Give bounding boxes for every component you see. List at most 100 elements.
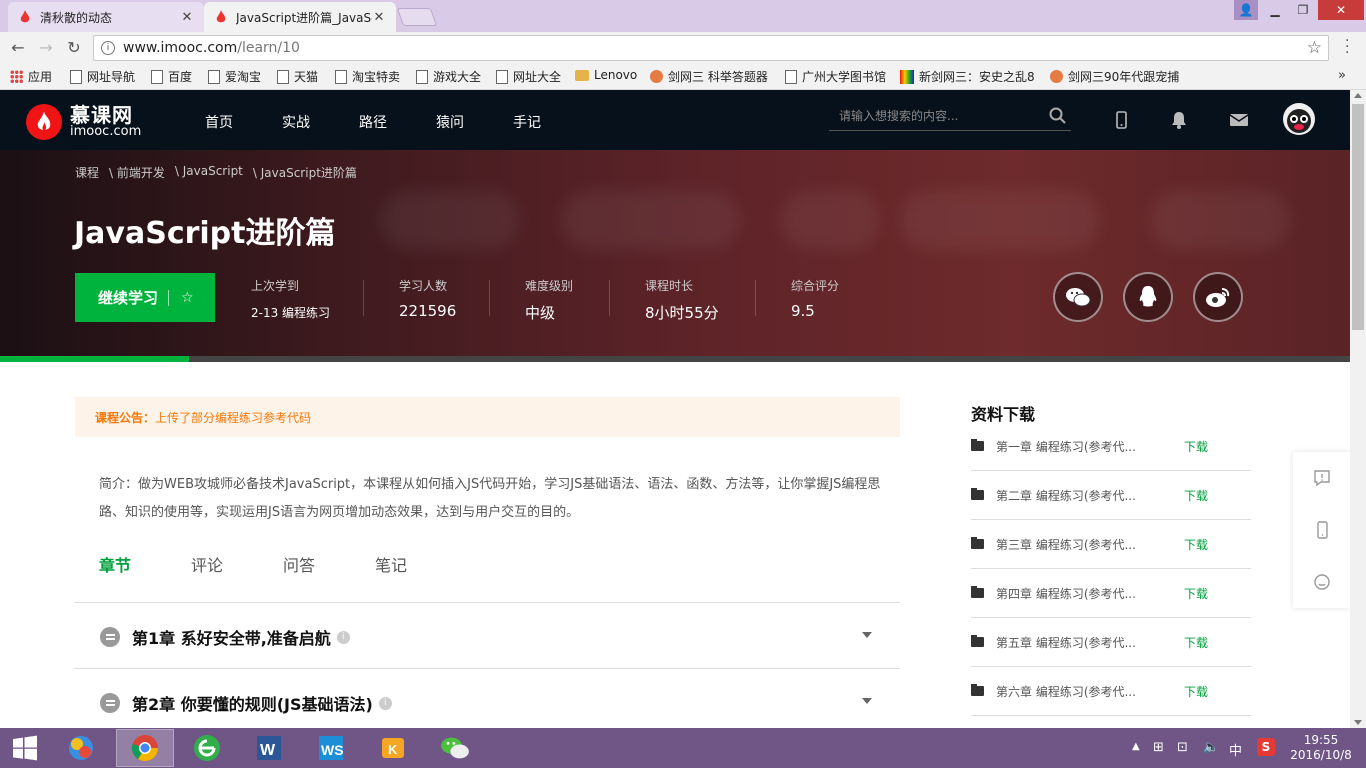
download-link[interactable]: 下载	[1184, 634, 1208, 651]
bookmark-item[interactable]: 游戏大全	[416, 68, 481, 85]
close-tab-icon[interactable]: ✕	[180, 10, 194, 25]
info-icon[interactable]: i	[101, 41, 115, 55]
bookmark-item[interactable]: 百度	[151, 68, 192, 85]
start-button[interactable]	[0, 729, 50, 767]
breadcrumb-item[interactable]: \ JavaScript	[175, 164, 243, 181]
nav-practice[interactable]: 实战	[282, 112, 310, 132]
browser-tab-inactive[interactable]: 清秋散的动态 ✕	[8, 2, 204, 32]
mobile-app-button[interactable]	[1293, 504, 1350, 556]
feedback-button[interactable]	[1293, 452, 1350, 504]
system-clock[interactable]: 19:55 2016/10/8	[1288, 733, 1354, 763]
mobile-icon	[1316, 521, 1328, 539]
tab-title: 清秋散的动态	[40, 10, 113, 25]
mail-icon[interactable]	[1228, 110, 1250, 130]
mobile-icon[interactable]	[1110, 110, 1132, 130]
minimize-icon[interactable]: ▁	[1262, 0, 1288, 20]
address-bar[interactable]: i www.imooc.com/learn/10 ☆	[93, 35, 1329, 61]
bookmark-item[interactable]: 天猫	[277, 68, 318, 85]
divider	[609, 280, 610, 316]
browser-tab-active[interactable]: JavaScript进阶篇_JavaSc ✕	[204, 2, 396, 32]
tab-chapters[interactable]: 章节	[99, 552, 131, 576]
flower-icon	[650, 70, 663, 83]
bookmark-item[interactable]: 网址导航	[70, 68, 135, 85]
taskbar-app[interactable]: W	[240, 729, 298, 767]
taskbar-app[interactable]	[178, 729, 236, 767]
nav-qa[interactable]: 猿问	[436, 112, 464, 132]
breadcrumb-item[interactable]: \ 前端开发	[109, 164, 165, 181]
nav-paths[interactable]: 路径	[359, 112, 387, 132]
scroll-up-icon[interactable]	[1354, 93, 1362, 98]
info-icon[interactable]: i	[336, 630, 350, 644]
search-input[interactable]	[829, 108, 1029, 123]
qq-icon	[1139, 286, 1157, 307]
device-icon[interactable]: ⊡	[1177, 740, 1188, 755]
clock-date: 2016/10/8	[1290, 748, 1352, 762]
bookmarks-overflow-icon[interactable]: »	[1338, 68, 1346, 83]
chevron-down-icon[interactable]	[862, 698, 872, 704]
forward-icon[interactable]: →	[36, 38, 56, 58]
share-wechat-button[interactable]	[1053, 272, 1103, 322]
download-link[interactable]: 下载	[1184, 536, 1208, 553]
chapter-item[interactable]: 第2章 你要懂的规则(JS基础语法) i	[100, 691, 392, 715]
share-weibo-button[interactable]	[1193, 272, 1243, 322]
page-icon	[785, 69, 797, 84]
tab-notes[interactable]: 笔记	[375, 552, 407, 576]
taskbar-app[interactable]: WS	[302, 729, 360, 767]
favorite-star-icon[interactable]: ☆	[181, 290, 194, 306]
taskbar-app[interactable]: K	[364, 729, 422, 767]
notification-bell-icon[interactable]	[1168, 110, 1190, 130]
breadcrumb-item[interactable]: 课程	[75, 164, 99, 181]
search-icon[interactable]	[1049, 107, 1067, 125]
scrollbar-thumb[interactable]	[1352, 104, 1364, 330]
page-scrollbar[interactable]	[1350, 90, 1366, 728]
bookmark-item[interactable]: 剑网三90年代跟宠捕	[1050, 68, 1185, 85]
scroll-down-icon[interactable]	[1354, 720, 1362, 725]
flame-favicon-icon	[214, 10, 228, 24]
ime-indicator[interactable]: 中	[1229, 740, 1242, 759]
chapter-item[interactable]: 第1章 系好安全带,准备启航 i	[100, 625, 350, 649]
download-link[interactable]: 下载	[1184, 438, 1208, 455]
background-blur	[900, 190, 1100, 250]
bookmark-item[interactable]: 淘宝特卖	[335, 68, 400, 85]
bookmark-item[interactable]: 剑网三 科举答题器	[650, 68, 768, 85]
info-icon[interactable]: i	[378, 696, 392, 710]
tray-expand-icon[interactable]: ▲	[1132, 741, 1140, 752]
browser-menu-icon[interactable]: · · ·	[1345, 34, 1351, 60]
network-icon[interactable]: ⊞	[1153, 740, 1164, 755]
site-search	[829, 101, 1071, 131]
site-logo[interactable]: 慕课网 imooc.com	[26, 104, 141, 140]
download-link[interactable]: 下载	[1184, 683, 1208, 700]
close-window-icon[interactable]: ✕	[1318, 0, 1364, 20]
flower-icon	[1050, 70, 1063, 83]
close-tab-icon[interactable]: ✕	[372, 10, 386, 25]
new-tab-button[interactable]	[396, 8, 438, 26]
reload-icon[interactable]: ↻	[64, 38, 84, 58]
bookmark-item[interactable]: 网址大全	[496, 68, 561, 85]
sogou-input-icon[interactable]: S	[1257, 738, 1275, 756]
tab-comments[interactable]: 评论	[191, 552, 223, 576]
user-avatar[interactable]	[1283, 103, 1315, 135]
svg-text:W: W	[260, 742, 276, 759]
bookmark-folder[interactable]: Lenovo	[575, 68, 637, 82]
download-link[interactable]: 下载	[1184, 585, 1208, 602]
user-profile-icon[interactable]: 👤	[1234, 0, 1258, 20]
tab-qa[interactable]: 问答	[283, 552, 315, 576]
taskbar-app[interactable]	[52, 729, 110, 767]
bookmark-apps[interactable]: 应用	[10, 68, 52, 85]
bookmark-item[interactable]: 爱淘宝	[208, 68, 261, 85]
chevron-down-icon[interactable]	[862, 632, 872, 638]
nav-notes[interactable]: 手记	[513, 112, 541, 132]
volume-icon[interactable]: 🔈	[1203, 740, 1219, 755]
back-icon[interactable]: ←	[8, 38, 28, 58]
nav-home[interactable]: 首页	[205, 112, 233, 132]
continue-learning-button[interactable]: 继续学习 ☆	[75, 273, 215, 322]
taskbar-app-active[interactable]	[116, 729, 174, 767]
download-link[interactable]: 下载	[1184, 487, 1208, 504]
bookmark-item[interactable]: 新剑网三：安史之乱8	[900, 68, 1036, 85]
customer-service-button[interactable]	[1293, 556, 1350, 608]
restore-icon[interactable]: ❐	[1290, 0, 1316, 20]
bookmark-item[interactable]: 广州大学图书馆	[785, 68, 886, 85]
share-qq-button[interactable]	[1123, 272, 1173, 322]
taskbar-app[interactable]	[426, 729, 484, 767]
bookmark-star-icon[interactable]: ☆	[1307, 38, 1322, 58]
